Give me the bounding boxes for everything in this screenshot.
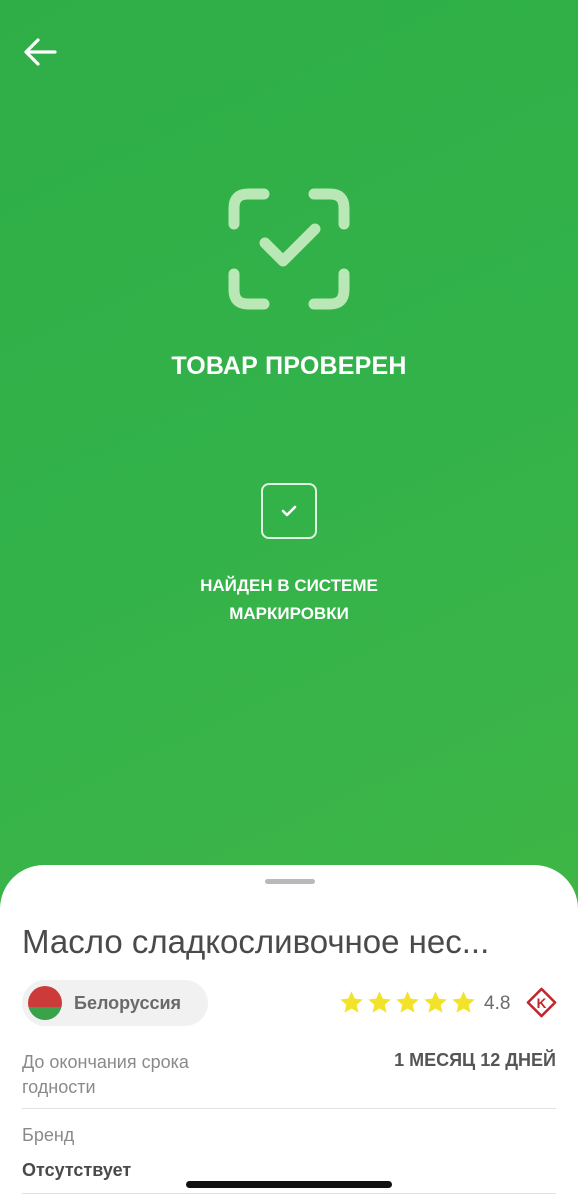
k-badge-icon[interactable]: K [526, 987, 557, 1018]
brand-label: Бренд [22, 1125, 75, 1145]
checkbox-checked-icon [261, 483, 317, 539]
expiry-row: До окончания срока годности 1 МЕСЯЦ 12 Д… [22, 1046, 556, 1109]
rating-stars [338, 989, 477, 1016]
sheet-grabber[interactable] [265, 879, 315, 884]
rating-value: 4.8 [484, 993, 511, 1014]
expiry-label: До окончания срока годности [22, 1052, 189, 1097]
product-sheet[interactable]: Масло сладкосливочное нес... Белоруссия … [0, 865, 578, 1200]
svg-text:K: K [537, 996, 547, 1011]
arrow-left-icon [24, 38, 57, 66]
star-icon [424, 991, 447, 1013]
star-icon [452, 991, 475, 1013]
result-screen: ТОВАР ПРОВЕРЕН НАЙДЕН В СИСТЕМЕ МАРКИРОВ… [0, 0, 578, 1200]
country-chip[interactable]: Белоруссия [22, 980, 208, 1026]
star-icon [396, 991, 419, 1013]
brand-value: Отсутствует [22, 1160, 132, 1180]
scan-check-icon [228, 188, 350, 310]
back-button[interactable] [20, 34, 60, 70]
country-label: Белоруссия [74, 992, 182, 1013]
home-indicator[interactable] [186, 1181, 392, 1188]
marking-system-status: НАЙДЕН В СИСТЕМЕ МАРКИРОВКИ [200, 576, 378, 623]
star-icon [340, 991, 363, 1013]
expiry-value: 1 МЕСЯЦ 12 ДНЕЙ [394, 1050, 556, 1070]
belarus-flag-icon [28, 986, 62, 1020]
product-title: Масло сладкосливочное нес... [22, 923, 490, 960]
star-icon [368, 991, 391, 1013]
status-title: ТОВАР ПРОВЕРЕН [171, 352, 407, 380]
